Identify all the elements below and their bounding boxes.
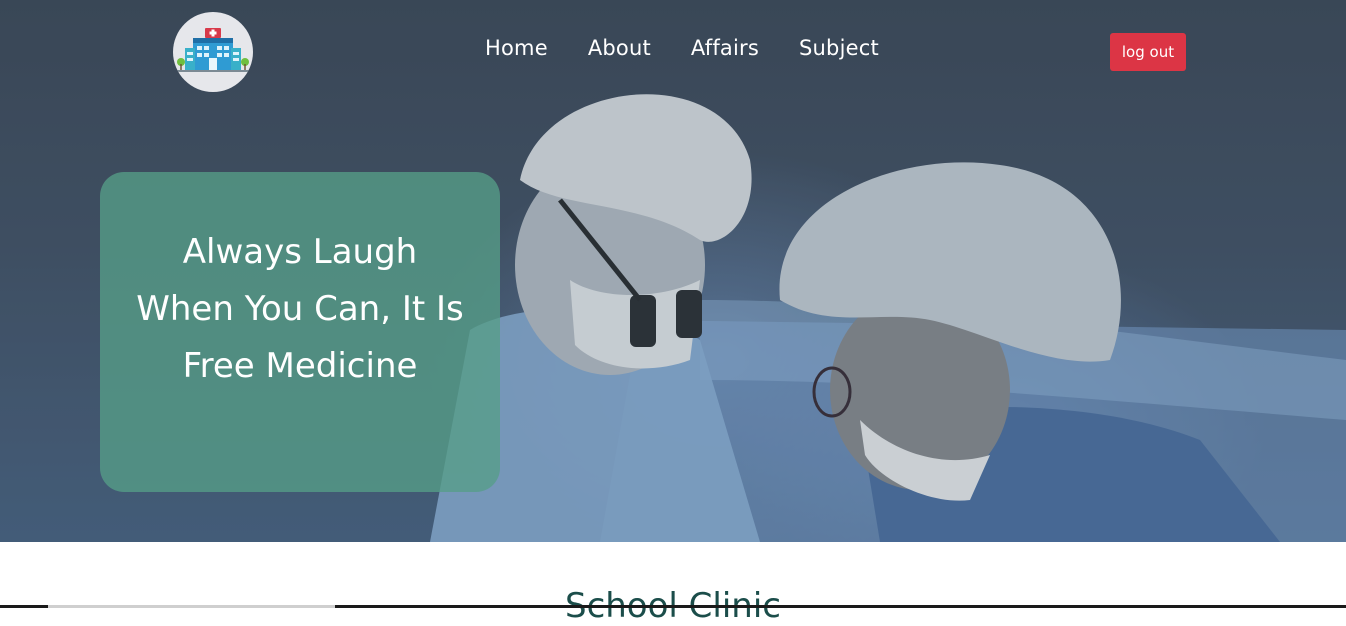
- hero-banner: Home About Affairs Subject log out Alway…: [0, 0, 1346, 542]
- hospital-building-icon: [177, 28, 249, 72]
- nav-link-home[interactable]: Home: [485, 36, 548, 60]
- hospital-logo[interactable]: [173, 12, 253, 92]
- hero-quote: Always Laugh When You Can, It Is Free Me…: [136, 232, 464, 386]
- main-nav: Home About Affairs Subject: [485, 36, 879, 60]
- logout-button[interactable]: log out: [1110, 33, 1186, 71]
- quote-card: Always Laugh When You Can, It Is Free Me…: [100, 172, 500, 492]
- nav-link-subject[interactable]: Subject: [799, 36, 879, 60]
- nav-link-affairs[interactable]: Affairs: [691, 36, 759, 60]
- nav-link-about[interactable]: About: [588, 36, 651, 60]
